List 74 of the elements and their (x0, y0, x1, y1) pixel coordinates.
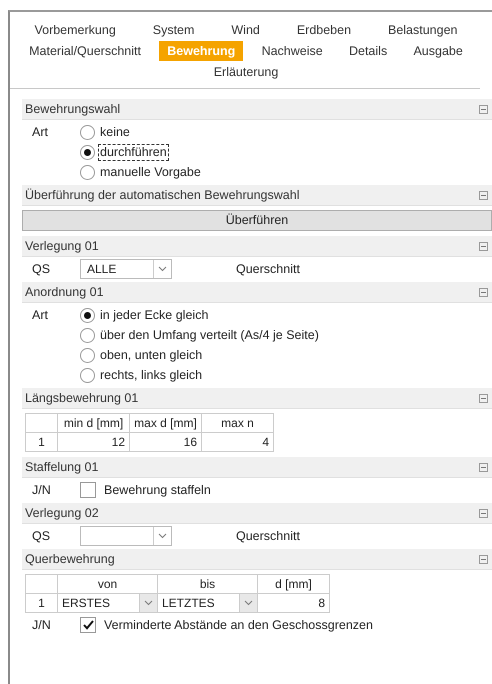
collapse-icon[interactable] (479, 508, 488, 518)
tab[interactable]: Ausgabe (405, 41, 471, 61)
section-header[interactable]: Staffelung 01 (22, 457, 492, 478)
table-cell[interactable]: 16 (130, 432, 202, 452)
collapse-icon[interactable] (479, 190, 488, 200)
row-number: 1 (26, 432, 58, 452)
section-header[interactable]: Überführung der automatischen Bewehrungswahl (22, 185, 492, 206)
collapse-icon[interactable] (479, 394, 488, 402)
checkbox[interactable] (80, 482, 96, 498)
radio-label[interactable]: rechts, links gleich (98, 366, 204, 384)
radio-label[interactable]: keine (98, 124, 132, 140)
section-title: Überführung der automatischen Bewehrungswahl (25, 186, 300, 204)
collapse-icon[interactable] (479, 462, 488, 472)
field-label: J/N (31, 482, 52, 499)
section-title: Anordnung 01 (25, 284, 104, 301)
column-header: max n (202, 414, 274, 432)
column-header: bis (158, 574, 258, 594)
table-cell[interactable]: 12 (58, 432, 130, 452)
field-label: QS (31, 261, 52, 278)
row-number: 1 (26, 594, 58, 612)
field-label: J/N (31, 617, 52, 634)
checkbox-label: Bewehrung staffeln (104, 482, 211, 499)
tab[interactable]: Wind (223, 20, 268, 40)
column-header: max d [mm] (130, 414, 202, 432)
section-header[interactable]: Längsbewehrung 01 (22, 388, 492, 409)
tab[interactable]: Erläuterung (206, 62, 286, 82)
tab[interactable]: Details (340, 41, 396, 61)
section-title: Verlegung 02 (25, 504, 99, 522)
tab[interactable]: Nachweise (254, 41, 331, 61)
field-label: QS (31, 528, 52, 545)
field-description: Querschnitt (236, 261, 300, 278)
dropdown[interactable]: ALLE (80, 259, 172, 279)
collapse-icon[interactable] (479, 288, 488, 296)
radio-button[interactable] (80, 308, 95, 322)
tab[interactable]: Belastungen (380, 20, 466, 40)
checkbox-label: Verminderte Abstände an den Geschossgrenzen (104, 617, 373, 634)
radio-label[interactable]: in jeder Ecke gleich (98, 306, 210, 324)
transfer-button[interactable]: Überführen (22, 210, 492, 231)
section-title: Verlegung 01 (25, 238, 99, 255)
section-header[interactable]: Verlegung 02 (22, 503, 492, 524)
radio-label[interactable]: über den Umfang verteilt (As/4 je Seite) (98, 326, 321, 344)
section-title: Längsbewehrung 01 (25, 390, 138, 407)
radio-button[interactable] (80, 348, 95, 362)
tab[interactable]: Vorbemerkung (26, 20, 124, 40)
radio-button[interactable] (80, 328, 95, 342)
column-header: min d [mm] (58, 414, 130, 432)
section-header[interactable]: Querbewehrung (22, 549, 492, 570)
field-description: Querschnitt (236, 528, 300, 545)
radio-button[interactable] (80, 368, 95, 382)
section-title: Bewehrungswahl (25, 100, 120, 118)
radio-label[interactable]: manuelle Vorgabe (98, 164, 203, 180)
table-cell[interactable]: 4 (202, 432, 274, 452)
radio-button[interactable] (80, 144, 95, 160)
tab[interactable]: Material/Querschnitt (21, 41, 149, 61)
table-cell[interactable]: 8 (258, 594, 330, 612)
radio-button[interactable] (80, 124, 95, 140)
field-label: Art (31, 307, 49, 324)
section-header[interactable]: Anordnung 01 (22, 282, 492, 303)
tab[interactable]: System (144, 20, 202, 40)
tab[interactable]: Erdbeben (288, 20, 360, 40)
section-header[interactable]: Bewehrungswahl (22, 99, 492, 120)
collapse-icon[interactable] (479, 554, 488, 564)
collapse-icon[interactable] (479, 242, 488, 250)
field-label: Art (31, 124, 49, 141)
checkbox[interactable] (80, 617, 96, 633)
section-title: Querbewehrung (25, 550, 115, 568)
radio-label[interactable]: oben, unten gleich (98, 346, 204, 364)
section-title: Staffelung 01 (25, 458, 98, 476)
column-header: von (58, 574, 158, 594)
radio-button[interactable] (80, 164, 95, 180)
section-header[interactable]: Verlegung 01 (22, 236, 492, 257)
column-header: d [mm] (258, 574, 330, 594)
radio-label[interactable]: durchführen (98, 144, 169, 160)
collapse-icon[interactable] (479, 104, 488, 114)
